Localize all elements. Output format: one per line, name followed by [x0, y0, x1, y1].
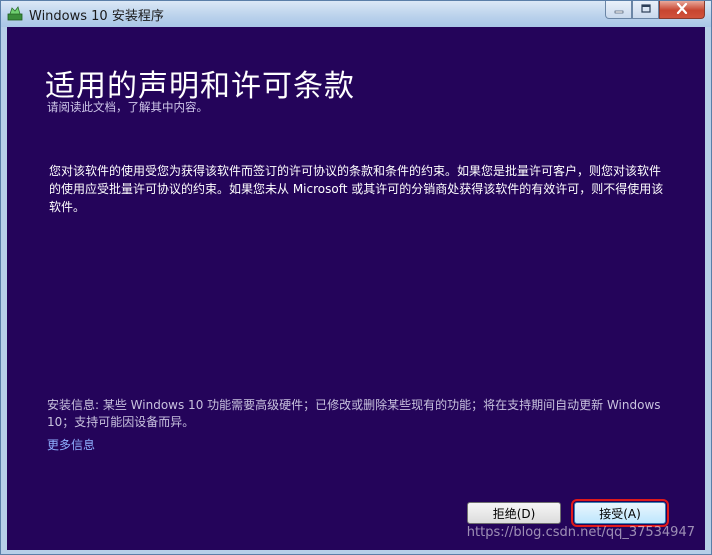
title-bar[interactable]: Windows 10 安装程序 — [1, 1, 711, 27]
close-button[interactable] — [659, 1, 705, 19]
setup-window: Windows 10 安装程序 适用的声明和许可条款 请阅读此文档，了解其中内容… — [0, 0, 712, 555]
window-title: Windows 10 安装程序 — [29, 9, 164, 24]
decline-button[interactable]: 拒绝(D) — [467, 502, 561, 524]
maximize-icon — [640, 1, 651, 19]
install-info-text: 安装信息: 某些 Windows 10 功能需要高级硬件；已修改或删除某些现有的… — [47, 398, 661, 429]
caption-buttons — [605, 1, 705, 20]
license-panel: 适用的声明和许可条款 请阅读此文档，了解其中内容。 您对该软件的使用受您为获得该… — [7, 27, 705, 550]
accept-button[interactable]: 接受(A) — [571, 499, 669, 527]
close-icon — [676, 1, 688, 19]
minimize-icon — [614, 1, 624, 19]
watermark: https://blog.csdn.net/qq_37534947 — [466, 525, 695, 540]
setup-icon — [7, 5, 23, 21]
minimize-button[interactable] — [605, 1, 632, 19]
page-subtitle: 请阅读此文档，了解其中内容。 — [47, 100, 208, 114]
more-info-link[interactable]: 更多信息 — [47, 436, 95, 453]
license-terms-text: 您对该软件的使用受您为获得该软件而签订的许可协议的条款和条件的约束。如果您是批量… — [49, 164, 664, 214]
maximize-button[interactable] — [632, 1, 659, 19]
